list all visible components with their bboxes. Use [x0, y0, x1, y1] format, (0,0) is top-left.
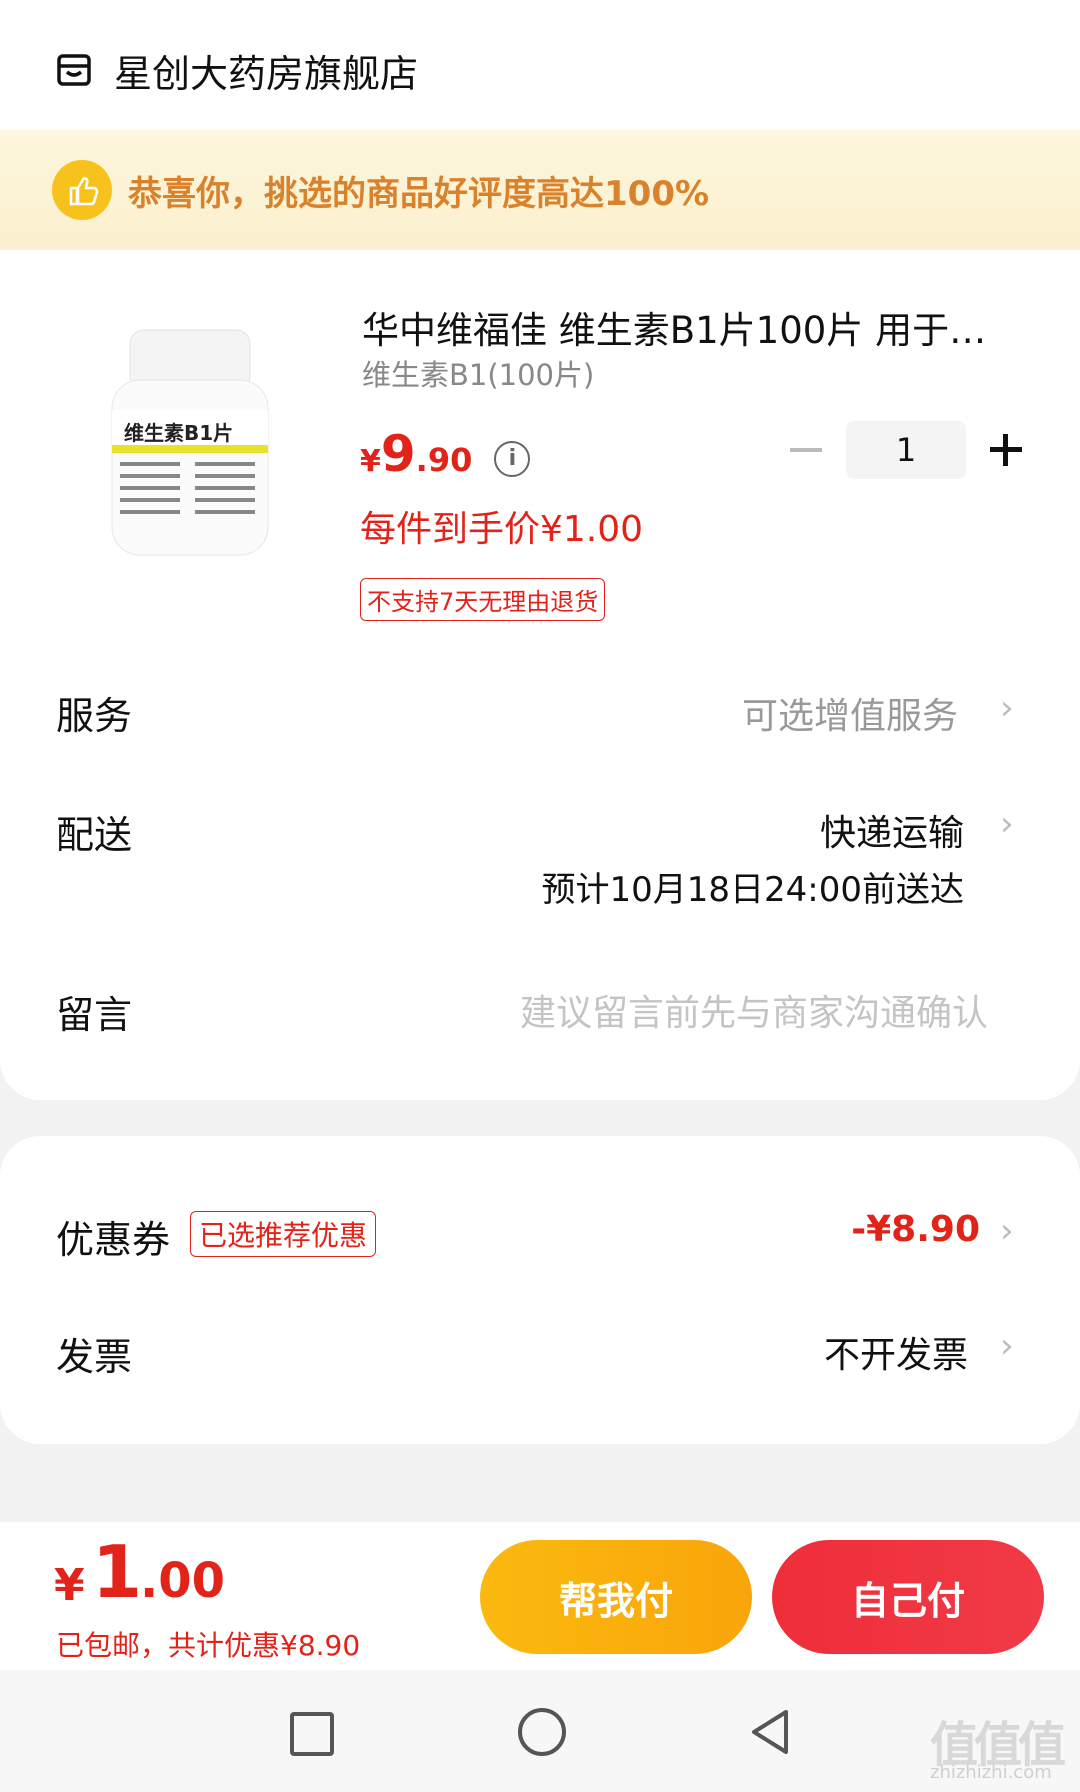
service-label: 服务 — [56, 694, 133, 738]
service-value[interactable]: 可选增值服务 — [742, 687, 958, 739]
thumbs-up-icon — [52, 160, 112, 220]
message-label: 留言 — [56, 993, 133, 1037]
back-icon[interactable] — [748, 1708, 792, 1756]
total-symbol: ¥ — [54, 1560, 85, 1611]
product-image-label: 维生素B1片 — [124, 421, 233, 445]
price-decimal: .90 — [415, 441, 473, 479]
total-note: 已包邮，共计优惠¥8.90 — [56, 1629, 361, 1662]
delivery-chevron-icon[interactable]: › — [1000, 804, 1014, 844]
product-title[interactable]: 华中维福佳 维生素B1片100片 用于… — [362, 300, 1012, 354]
invoice-chevron-icon[interactable]: › — [1000, 1326, 1014, 1366]
help-pay-button[interactable]: 帮我付 — [480, 1540, 752, 1654]
store-name: 星创大药房旗舰店 — [114, 51, 419, 96]
discount-card — [0, 1136, 1080, 1444]
store-icon — [57, 54, 91, 86]
delivery-label: 配送 — [56, 813, 133, 857]
delivery-eta: 预计10月18日24:00前送达 — [541, 870, 964, 910]
price-integer: 9 — [380, 425, 416, 483]
message-input[interactable]: 建议留言前先与商家沟通确认 — [520, 984, 988, 1036]
self-pay-button[interactable]: 自己付 — [772, 1540, 1044, 1654]
price-symbol: ¥ — [360, 444, 381, 479]
recent-apps-icon[interactable] — [290, 1712, 334, 1756]
total-integer: 1 — [92, 1530, 143, 1614]
banner-text: 恭喜你，挑选的商品好评度高达100% — [128, 173, 710, 214]
coupon-chevron-icon[interactable]: › — [1000, 1211, 1014, 1251]
service-chevron-icon[interactable]: › — [1000, 688, 1014, 728]
rating-banner: 恭喜你，挑选的商品好评度高达100% — [0, 130, 1080, 250]
coupon-label: 优惠券 — [56, 1218, 171, 1262]
quantity-input[interactable]: 1 — [846, 421, 966, 479]
invoice-label: 发票 — [56, 1335, 133, 1379]
store-header[interactable]: 星创大药房旗舰店 — [56, 44, 418, 96]
total-decimal: .00 — [140, 1553, 226, 1609]
info-icon[interactable]: i — [494, 440, 531, 477]
product-spec[interactable]: 维生素B1(100片) — [362, 352, 594, 394]
delivery-value[interactable]: 快递运输 — [820, 804, 964, 856]
return-policy-badge: 不支持7天无理由退货 — [360, 578, 606, 621]
unit-price-text: 每件到手价¥1.00 — [360, 509, 644, 550]
invoice-value[interactable]: 不开发票 — [824, 1326, 968, 1378]
home-icon[interactable] — [518, 1708, 566, 1756]
quantity-decrease-button[interactable] — [790, 448, 822, 452]
coupon-tag: 已选推荐优惠 — [190, 1211, 377, 1257]
watermark-url: zhizhizhi.com — [930, 1762, 1052, 1783]
coupon-value[interactable]: -¥8.90 — [851, 1209, 980, 1250]
quantity-increase-button[interactable] — [990, 434, 1022, 466]
product-image[interactable]: 维生素B1片 — [100, 300, 280, 560]
product-price: ¥ 9 .90 i — [360, 425, 531, 483]
